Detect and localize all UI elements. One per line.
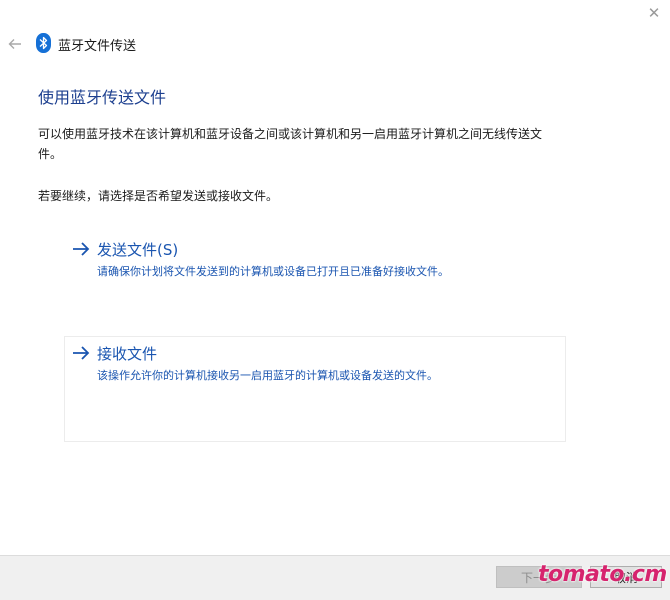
page-title: 使用蓝牙传送文件 xyxy=(38,88,167,107)
receive-files-option[interactable]: 接收文件 该操作允许你的计算机接收另一启用蓝牙的计算机或设备发送的文件。 xyxy=(64,336,566,442)
close-button[interactable]: ✕ xyxy=(640,2,668,24)
send-files-description: 请确保你计划将文件发送到的计算机或设备已打开且已准备好接收文件。 xyxy=(97,265,449,278)
send-files-option[interactable]: 发送文件(S) 请确保你计划将文件发送到的计算机或设备已打开且已准备好接收文件。 xyxy=(64,232,566,302)
page-description: 可以使用蓝牙技术在该计算机和蓝牙设备之间或该计算机和另一启用蓝牙计算机之间无线传… xyxy=(38,127,543,161)
close-icon: ✕ xyxy=(647,4,661,22)
bluetooth-icon xyxy=(36,33,51,53)
right-arrow-icon xyxy=(73,242,90,256)
receive-files-title: 接收文件 xyxy=(97,345,158,363)
receive-files-description: 该操作允许你的计算机接收另一启用蓝牙的计算机或设备发送的文件。 xyxy=(97,369,438,382)
next-button[interactable]: 下一步 xyxy=(496,566,582,588)
footer-bar: 下一步 取消 xyxy=(0,555,670,600)
send-files-title: 发送文件(S) xyxy=(97,241,179,259)
back-button[interactable] xyxy=(4,34,26,54)
right-arrow-icon xyxy=(73,346,90,360)
window-title: 蓝牙文件传送 xyxy=(58,39,137,54)
cancel-button[interactable]: 取消 xyxy=(590,566,662,588)
page-instruction: 若要继续，请选择是否希望发送或接收文件。 xyxy=(38,189,279,203)
back-arrow-icon xyxy=(8,39,21,49)
